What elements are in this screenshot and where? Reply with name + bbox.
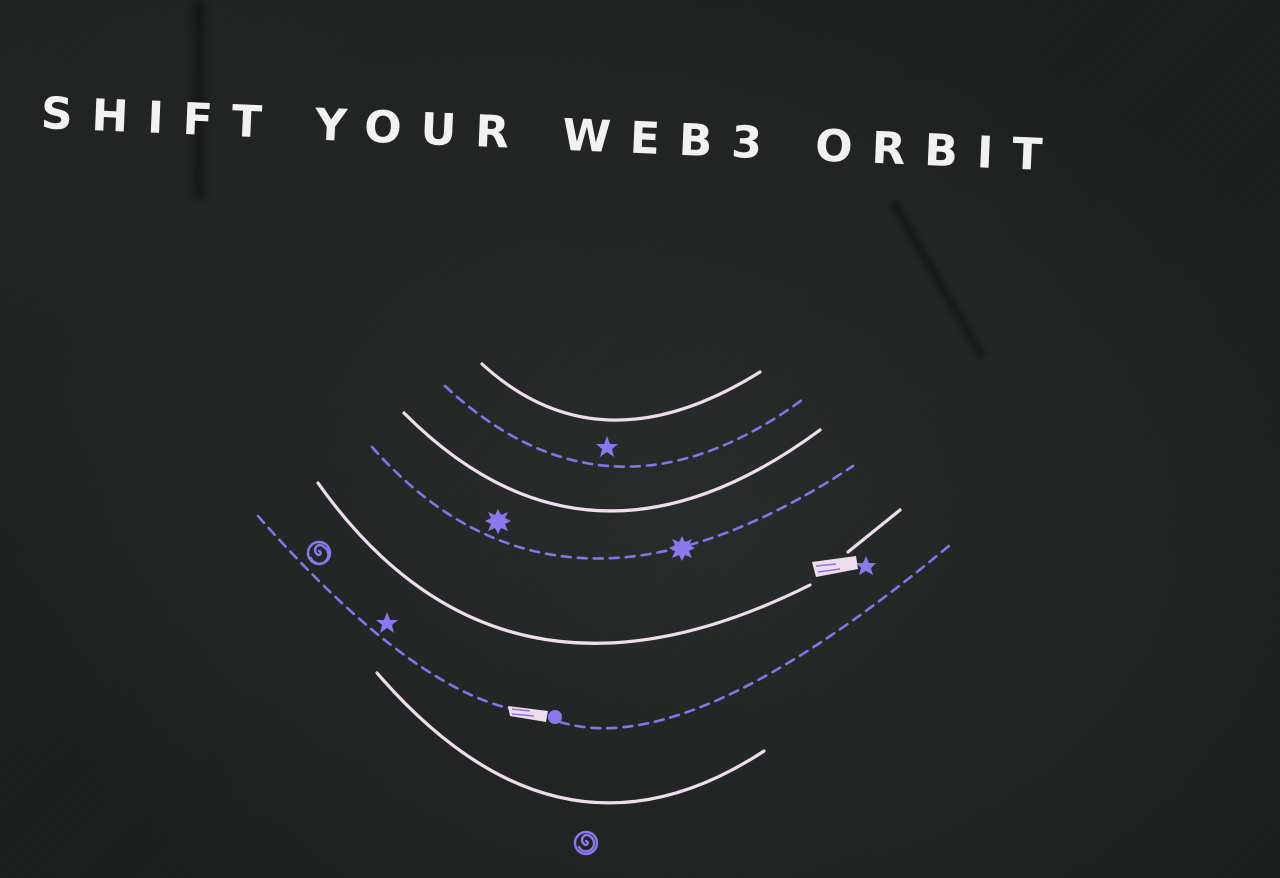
star-icon	[596, 436, 618, 457]
comet-icon	[812, 556, 858, 577]
orbit-line	[846, 508, 902, 554]
orbit-line	[480, 362, 762, 422]
burst-icon	[669, 536, 695, 561]
dashed-orbit	[256, 514, 532, 714]
burst-icon	[485, 509, 511, 534]
star-icon	[376, 612, 398, 633]
dashed-orbit	[558, 543, 952, 730]
dashed-orbit	[443, 384, 804, 468]
comet-icon	[508, 706, 562, 724]
dashed-orbit	[370, 445, 855, 560]
orbit-line	[375, 671, 766, 805]
spiral-icon	[577, 833, 596, 853]
orbit-graphic	[256, 362, 952, 856]
star-icon	[856, 556, 876, 575]
